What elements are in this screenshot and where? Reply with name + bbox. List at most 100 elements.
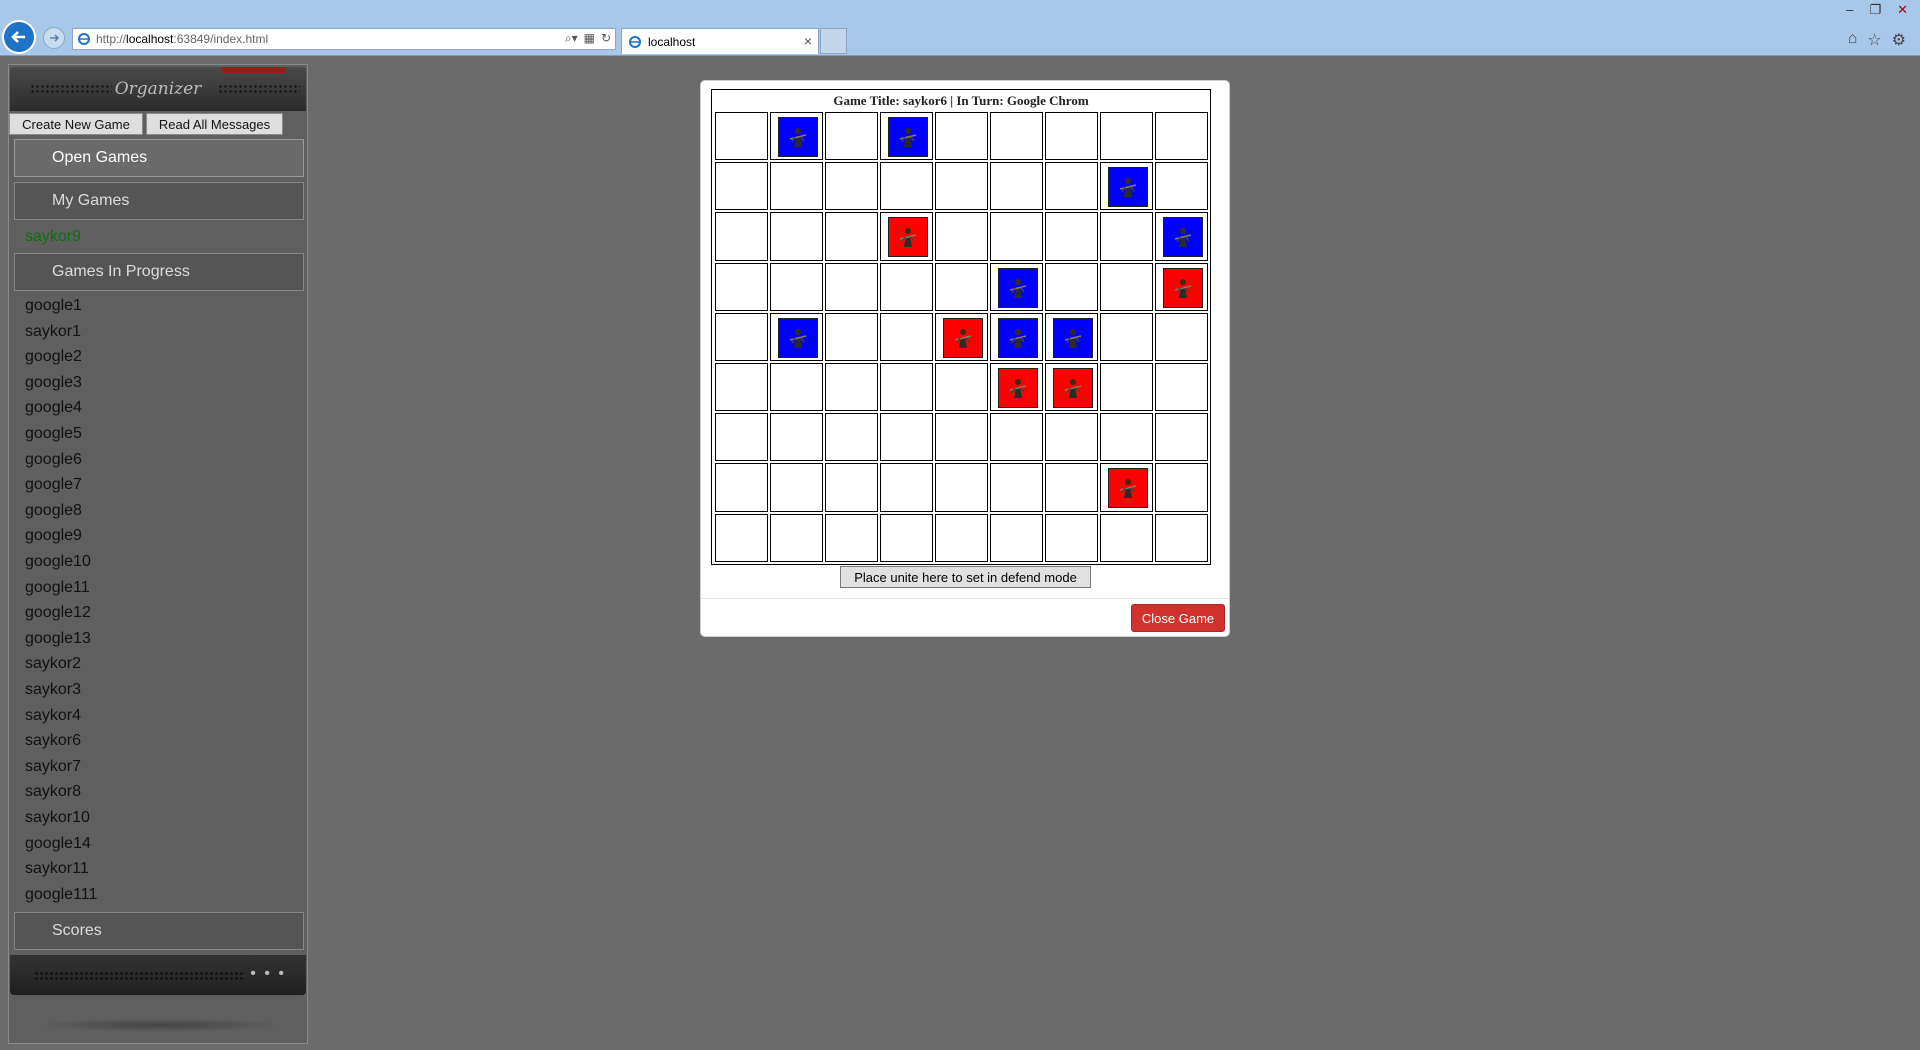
my-games-section[interactable]: My Games (14, 182, 304, 220)
home-icon[interactable]: ⌂ (1848, 30, 1858, 50)
game-in-progress-item[interactable]: google5 (25, 425, 82, 443)
board-cell[interactable] (770, 312, 823, 361)
blue-unit[interactable] (1163, 217, 1203, 258)
blue-unit[interactable] (778, 117, 818, 157)
board-cell[interactable] (715, 463, 768, 512)
blue-unit[interactable] (888, 117, 928, 157)
game-in-progress-item[interactable]: google6 (25, 451, 82, 469)
board-cell[interactable] (825, 513, 878, 562)
game-in-progress-item[interactable]: google14 (25, 835, 91, 853)
board-cell[interactable] (1045, 212, 1098, 261)
board-cell[interactable] (990, 112, 1043, 161)
board-cell[interactable] (770, 413, 823, 462)
game-in-progress-item[interactable]: google7 (25, 476, 82, 494)
my-game-item[interactable]: saykor9 (25, 228, 81, 246)
board-cell[interactable] (990, 312, 1043, 361)
refresh-icon[interactable]: ↻ (601, 31, 611, 46)
board-cell[interactable] (715, 212, 768, 261)
board-cell[interactable] (825, 312, 878, 361)
board-cell[interactable] (1100, 212, 1153, 261)
scores-section[interactable]: Scores (14, 912, 304, 950)
board-cell[interactable] (880, 513, 933, 562)
board-cell[interactable] (1045, 262, 1098, 311)
close-game-button[interactable]: Close Game (1131, 604, 1225, 632)
board-cell[interactable] (1100, 463, 1153, 512)
board-cell[interactable] (1045, 362, 1098, 412)
red-unit[interactable] (888, 217, 928, 258)
game-in-progress-item[interactable]: saykor7 (25, 758, 81, 776)
board-cell[interactable] (880, 112, 933, 161)
board-cell[interactable] (935, 513, 988, 562)
board-cell[interactable] (880, 463, 933, 512)
red-unit[interactable] (1163, 267, 1203, 308)
board-cell[interactable] (770, 212, 823, 261)
games-in-progress-section[interactable]: Games In Progress (14, 253, 304, 291)
board-cell[interactable] (880, 212, 933, 261)
game-in-progress-item[interactable]: google1 (25, 297, 82, 315)
board-cell[interactable] (880, 312, 933, 361)
board-cell[interactable] (715, 162, 768, 211)
board-cell[interactable] (1155, 212, 1208, 261)
tab-localhost[interactable]: localhost × (621, 28, 819, 54)
blue-unit[interactable] (778, 317, 818, 358)
board-cell[interactable] (1100, 262, 1153, 311)
game-in-progress-item[interactable]: google11 (25, 579, 90, 597)
board-cell[interactable] (1155, 262, 1208, 311)
board-cell[interactable] (1045, 513, 1098, 562)
board-cell[interactable] (715, 362, 768, 412)
game-in-progress-item[interactable]: google3 (25, 374, 82, 392)
board-cell[interactable] (935, 413, 988, 462)
board-cell[interactable] (825, 413, 878, 462)
board-cell[interactable] (935, 312, 988, 361)
game-in-progress-item[interactable]: google12 (25, 604, 91, 622)
game-in-progress-item[interactable]: saykor3 (25, 681, 81, 699)
compat-view-icon[interactable]: ▦ (584, 31, 595, 46)
board-cell[interactable] (715, 413, 768, 462)
board-cell[interactable] (1045, 312, 1098, 361)
board-cell[interactable] (935, 262, 988, 311)
blue-unit[interactable] (998, 267, 1038, 308)
red-unit[interactable] (943, 317, 983, 358)
board-cell[interactable] (990, 212, 1043, 261)
board-cell[interactable] (935, 212, 988, 261)
forward-button[interactable] (43, 27, 65, 49)
board-cell[interactable] (770, 162, 823, 211)
more-icon[interactable]: • • • (250, 965, 286, 983)
minimize-icon[interactable]: – (1846, 2, 1853, 18)
board-cell[interactable] (770, 463, 823, 512)
board-cell[interactable] (990, 463, 1043, 512)
game-in-progress-item[interactable]: saykor6 (25, 732, 81, 750)
window-close-icon[interactable]: ✕ (1897, 2, 1908, 18)
board-cell[interactable] (825, 162, 878, 211)
board-cell[interactable] (1100, 312, 1153, 361)
game-in-progress-item[interactable]: google4 (25, 399, 82, 417)
new-tab-button[interactable] (820, 28, 847, 54)
game-in-progress-item[interactable]: google13 (25, 630, 91, 648)
board-cell[interactable] (880, 162, 933, 211)
board-cell[interactable] (935, 362, 988, 412)
open-games-section[interactable]: Open Games (14, 139, 304, 177)
board-cell[interactable] (1045, 463, 1098, 512)
board-cell[interactable] (1100, 162, 1153, 211)
board-cell[interactable] (1155, 362, 1208, 412)
board-cell[interactable] (825, 112, 878, 161)
board-cell[interactable] (825, 212, 878, 261)
board-cell[interactable] (1100, 513, 1153, 562)
board-cell[interactable] (1155, 513, 1208, 562)
board-cell[interactable] (935, 463, 988, 512)
board-cell[interactable] (880, 413, 933, 462)
red-unit[interactable] (1053, 367, 1093, 408)
board-cell[interactable] (825, 362, 878, 412)
favorites-star-icon[interactable]: ☆ (1867, 30, 1881, 50)
board-cell[interactable] (715, 262, 768, 311)
game-in-progress-item[interactable]: saykor10 (25, 809, 90, 827)
board-cell[interactable] (1155, 162, 1208, 211)
board-cell[interactable] (880, 362, 933, 412)
blue-unit[interactable] (998, 317, 1038, 358)
board-cell[interactable] (770, 513, 823, 562)
board-cell[interactable] (990, 413, 1043, 462)
game-in-progress-item[interactable]: saykor1 (25, 323, 81, 341)
board-cell[interactable] (715, 312, 768, 361)
board-cell[interactable] (825, 262, 878, 311)
board-cell[interactable] (1155, 312, 1208, 361)
